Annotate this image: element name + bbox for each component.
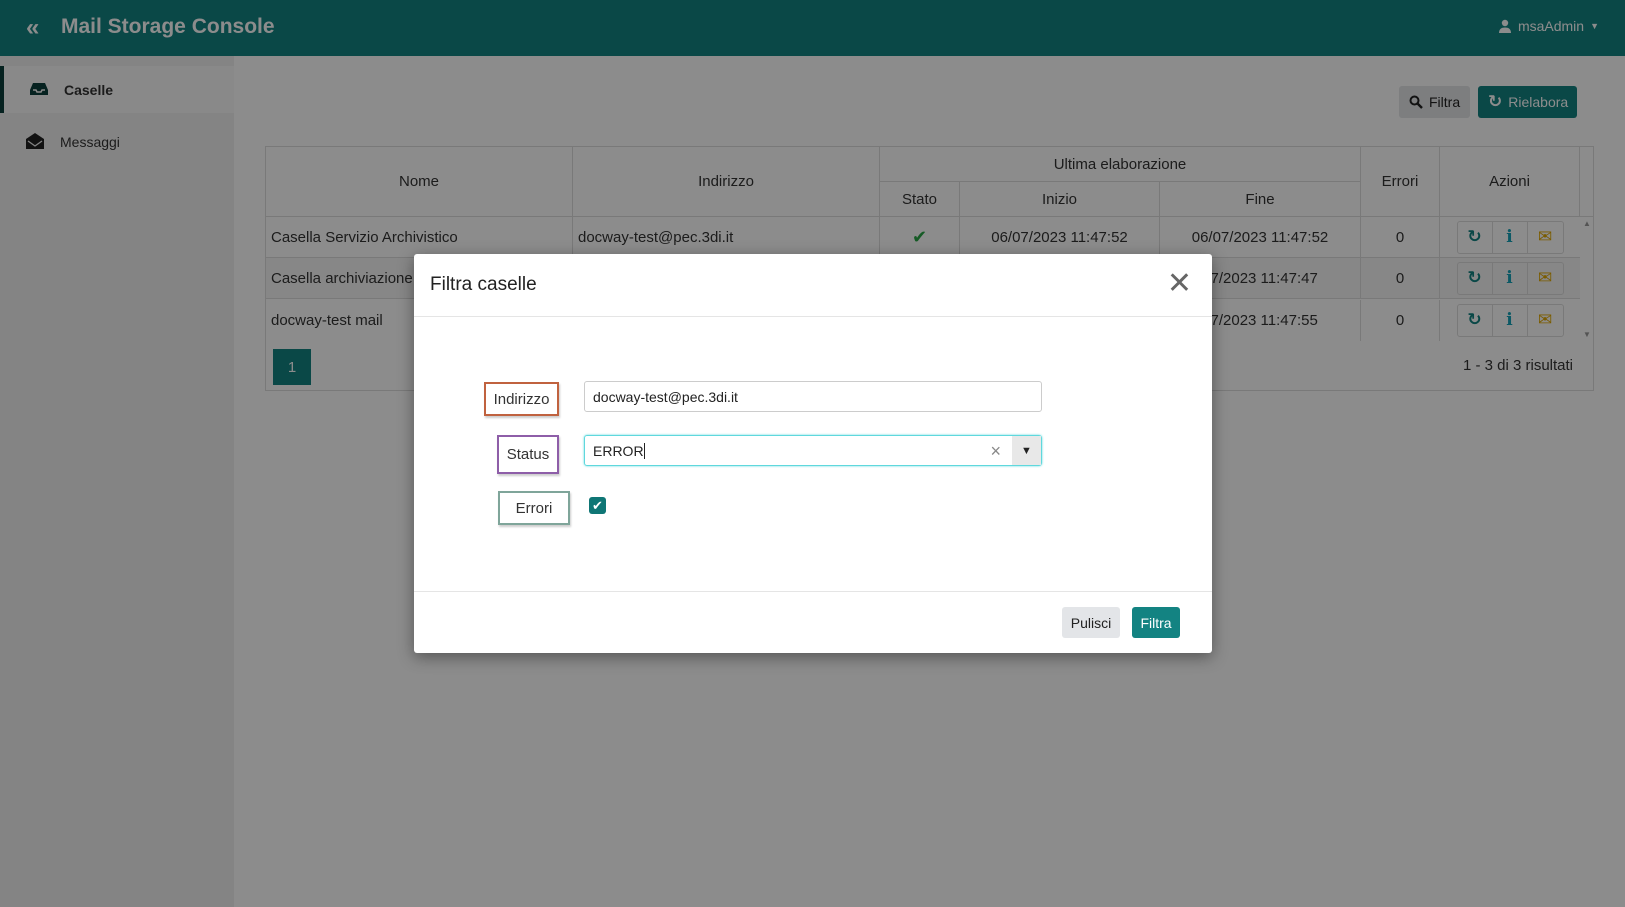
check-icon: ✔ bbox=[592, 497, 603, 513]
indirizzo-input[interactable]: docway-test@pec.3di.it bbox=[584, 381, 1042, 412]
clear-button[interactable]: Pulisci bbox=[1062, 607, 1120, 638]
divider bbox=[414, 316, 1212, 317]
close-icon[interactable]: ✕ bbox=[1167, 266, 1192, 301]
status-value: ERROR bbox=[593, 442, 645, 459]
status-select[interactable]: ERROR × ▼ bbox=[584, 435, 1042, 466]
filter-modal: Filtra caselle ✕ Indirizzo docway-test@p… bbox=[414, 254, 1212, 653]
dropdown-arrow-icon[interactable]: ▼ bbox=[1012, 436, 1041, 465]
apply-filter-button[interactable]: Filtra bbox=[1132, 607, 1180, 638]
clear-icon[interactable]: × bbox=[990, 441, 1001, 462]
errori-checkbox[interactable]: ✔ bbox=[589, 497, 606, 514]
indirizzo-label: Indirizzo bbox=[484, 382, 559, 416]
divider bbox=[414, 591, 1212, 592]
errori-label: Errori bbox=[498, 491, 570, 525]
modal-title: Filtra caselle bbox=[430, 274, 537, 295]
status-label: Status bbox=[497, 435, 559, 474]
